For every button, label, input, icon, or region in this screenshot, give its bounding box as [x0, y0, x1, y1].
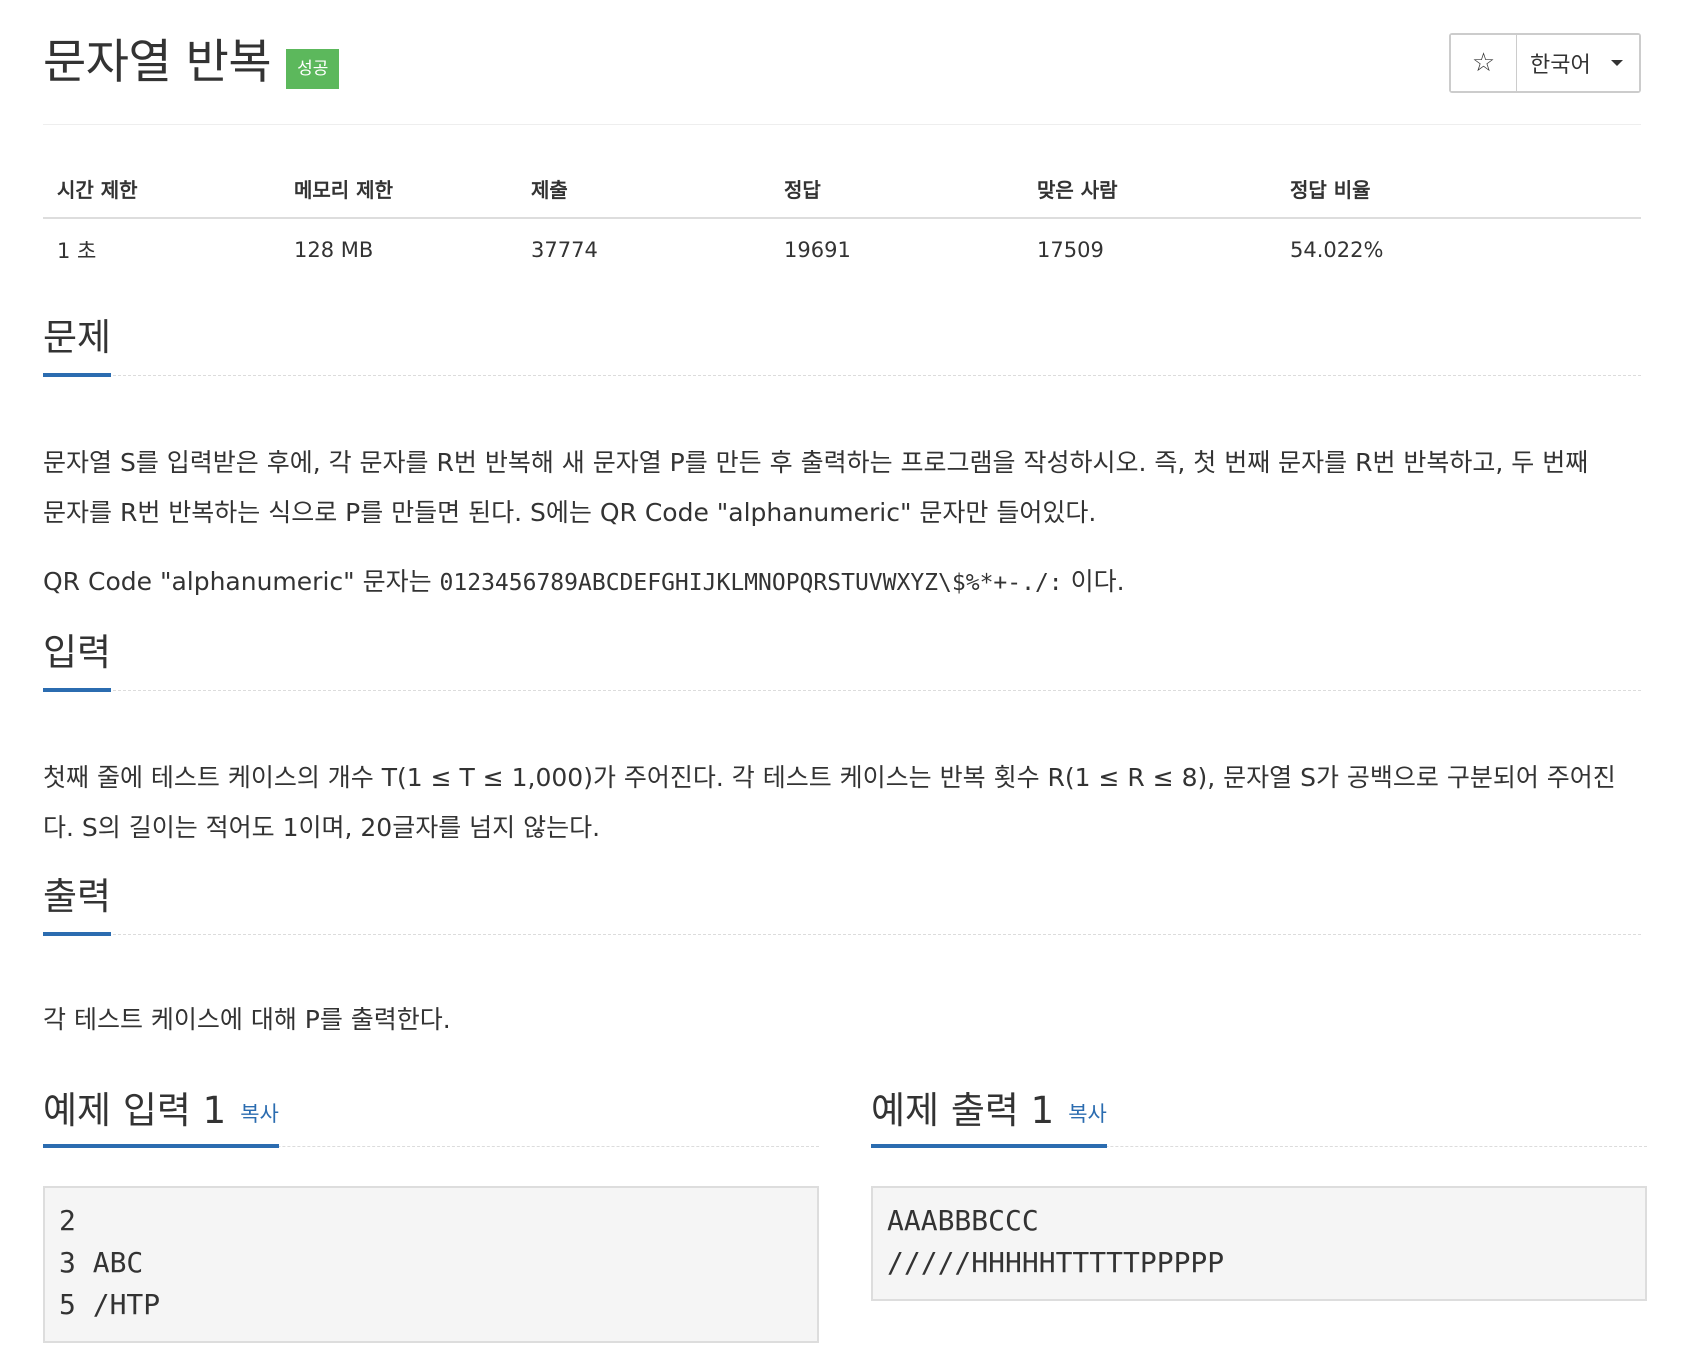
page-header: 문자열 반복 성공 ☆ 한국어: [43, 0, 1641, 125]
input-line-2: 다. S의 길이는 적어도 1이며, 20글자를 넘지 않는다.: [43, 813, 601, 842]
problem-line-2: 문자를 R번 반복하는 식으로 P를 만들면 된다. S에는 QR Code "…: [43, 498, 1097, 527]
language-label: 한국어: [1530, 53, 1591, 78]
problem-heading: 문제: [43, 307, 112, 377]
col-ratio: 정답 비율: [1276, 160, 1641, 219]
page-title: 문자열 반복: [43, 35, 272, 90]
sample-input-box: 2 3 ABC 5 /HTP: [43, 1186, 819, 1343]
value-time-limit: 1 초: [57, 238, 97, 263]
sample-input-title: 예제 입력 1: [43, 1089, 227, 1132]
qr-charset: 0123456789ABCDEFGHIJKLMNOPQRSTUVWXYZ\$%*…: [439, 570, 1063, 596]
value-submissions: 37774: [531, 237, 598, 262]
copy-sample-output-link[interactable]: 복사: [1068, 1102, 1107, 1126]
output-heading: 출력: [43, 866, 112, 936]
value-ratio: 54.022%: [1290, 237, 1384, 262]
qr-description: QR Code "alphanumeric" 문자는 0123456789ABC…: [43, 557, 1643, 608]
problem-description: 문자열 S를 입력받은 후에, 각 문자를 R번 반복해 새 문자열 P를 만든…: [43, 438, 1643, 538]
language-dropdown[interactable]: 한국어: [1517, 35, 1639, 91]
col-solvers: 맞은 사람: [1023, 160, 1276, 219]
sample-output-heading: 예제 출력 1 복사: [871, 1080, 1107, 1148]
caret-down-icon: [1610, 60, 1623, 66]
status-badge: 성공: [286, 49, 340, 89]
copy-sample-input-link[interactable]: 복사: [240, 1102, 279, 1126]
problem-info-table: 시간 제한 메모리 제한 제출 정답 맞은 사람 정답 비율 1 초 128 M…: [43, 160, 1641, 280]
value-memory-limit: 128 MB: [294, 237, 374, 262]
input-description: 첫째 줄에 테스트 케이스의 개수 T(1 ≤ T ≤ 1,000)가 주어진다…: [43, 753, 1643, 853]
value-accepted: 19691: [784, 237, 851, 262]
col-accepted: 정답: [770, 160, 1023, 219]
sample-input-head: 예제 입력 1 복사: [43, 1080, 819, 1148]
info-header-row: 시간 제한 메모리 제한 제출 정답 맞은 사람 정답 비율: [43, 160, 1641, 219]
qr-prefix: QR Code "alphanumeric" 문자는: [43, 567, 440, 596]
col-time-limit: 시간 제한: [43, 160, 280, 219]
sample-input-heading: 예제 입력 1 복사: [43, 1080, 279, 1148]
problem-section-head: 문제: [43, 307, 1641, 377]
favorite-button[interactable]: ☆: [1451, 35, 1517, 91]
value-solvers: 17509: [1037, 237, 1104, 262]
problem-line-1: 문자열 S를 입력받은 후에, 각 문자를 R번 반복해 새 문자열 P를 만든…: [43, 448, 1589, 477]
info-value-row: 1 초 128 MB 37774 19691 17509 54.022%: [43, 218, 1641, 280]
col-memory-limit: 메모리 제한: [280, 160, 517, 219]
output-description: 각 테스트 케이스에 대해 P를 출력한다.: [43, 1005, 451, 1034]
header-button-group: ☆ 한국어: [1449, 33, 1641, 93]
problem-page: 문자열 반복 성공 ☆ 한국어 시간 제한 메모리 제한 제출 정답 맞은 사람…: [0, 0, 1684, 1366]
star-icon: ☆: [1471, 48, 1496, 78]
input-section-head: 입력: [43, 622, 1641, 692]
sample-output-box: AAABBBCCC /////HHHHHTTTTTPPPPP: [871, 1186, 1647, 1301]
title-wrap: 문자열 반복 성공: [43, 34, 340, 92]
sample-output-head: 예제 출력 1 복사: [871, 1080, 1647, 1148]
output-section-head: 출력: [43, 866, 1641, 936]
input-line-1: 첫째 줄에 테스트 케이스의 개수 T(1 ≤ T ≤ 1,000)가 주어진다…: [43, 763, 1616, 792]
qr-suffix: 이다.: [1062, 567, 1125, 596]
input-heading: 입력: [43, 622, 112, 692]
sample-output-title: 예제 출력 1: [871, 1089, 1055, 1132]
col-submissions: 제출: [517, 160, 770, 219]
